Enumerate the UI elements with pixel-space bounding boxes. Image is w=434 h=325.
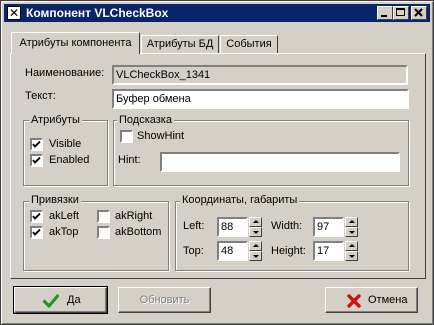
text-label: Текст: xyxy=(25,90,56,102)
tab-events[interactable]: События xyxy=(220,35,278,53)
close-button[interactable] xyxy=(411,6,427,20)
top-spinner[interactable] xyxy=(249,241,262,261)
width-label: Width: xyxy=(271,220,303,232)
top-input[interactable]: 48 xyxy=(217,241,248,261)
top-label: Top: xyxy=(183,245,204,257)
coords-group xyxy=(175,201,409,271)
name-field[interactable]: VLCheckBox_1341 xyxy=(112,65,408,85)
cross-icon xyxy=(347,294,361,308)
showhint-label[interactable]: ShowHint xyxy=(137,129,184,143)
height-spin-up[interactable] xyxy=(345,241,358,251)
arrow-up-icon xyxy=(253,220,259,223)
coords-group-title: Координаты, габариты xyxy=(180,194,300,207)
height-label: Height: xyxy=(271,245,306,257)
left-label: Left: xyxy=(183,220,205,232)
top-spin-down[interactable] xyxy=(249,251,262,261)
aktop-checkbox[interactable] xyxy=(30,226,43,239)
akright-label[interactable]: akRight xyxy=(115,209,152,223)
akleft-label[interactable]: akLeft xyxy=(49,209,79,223)
check-icon xyxy=(32,140,41,148)
arrow-down-icon xyxy=(253,255,259,258)
window-title: Компонент VLCheckBox xyxy=(26,6,169,20)
akbottom-label[interactable]: akBottom xyxy=(115,225,161,239)
height-spin-down[interactable] xyxy=(345,251,358,261)
app-icon: ✕ xyxy=(7,6,21,20)
visible-label[interactable]: Visible xyxy=(49,137,81,151)
width-spin-down[interactable] xyxy=(345,227,358,237)
arrow-down-icon xyxy=(253,231,259,234)
akbottom-checkbox[interactable] xyxy=(97,226,110,239)
left-spin-up[interactable] xyxy=(249,217,262,227)
top-spin-up[interactable] xyxy=(249,241,262,251)
minimize-icon xyxy=(381,15,387,17)
left-spinner[interactable] xyxy=(249,217,262,237)
width-spin-up[interactable] xyxy=(345,217,358,227)
arrow-up-icon xyxy=(349,220,355,223)
arrow-down-icon xyxy=(349,231,355,234)
aktop-label[interactable]: akTop xyxy=(49,225,78,239)
akright-checkbox[interactable] xyxy=(97,210,110,223)
tab-component-attributes[interactable]: Атрибуты компонента xyxy=(11,32,140,54)
hint-group-title: Подсказка xyxy=(117,114,174,127)
cancel-label: Отмена xyxy=(368,294,408,306)
attributes-group-title: Атрибуты xyxy=(29,114,82,127)
tab-panel: Наименование: VLCheckBox_1341 Текст: Буф… xyxy=(10,53,426,279)
arrow-up-icon xyxy=(349,244,355,247)
name-label: Наименование: xyxy=(25,67,105,79)
width-input[interactable]: 97 xyxy=(313,217,344,237)
maximize-button[interactable] xyxy=(393,6,409,20)
height-spinner[interactable] xyxy=(345,241,358,261)
hint-label: Hint: xyxy=(118,154,141,166)
enabled-label[interactable]: Enabled xyxy=(49,153,89,167)
enabled-checkbox[interactable] xyxy=(30,154,43,167)
dialog-window: ✕ Компонент VLCheckBox Атрибуты компонен… xyxy=(0,0,434,325)
check-icon xyxy=(32,212,41,220)
minimize-button[interactable] xyxy=(377,6,393,20)
tab-db-attributes[interactable]: Атрибуты БД xyxy=(141,35,219,53)
left-input[interactable]: 88 xyxy=(217,217,248,237)
title-bar[interactable]: ✕ Компонент VLCheckBox xyxy=(4,4,430,22)
arrow-down-icon xyxy=(349,255,355,258)
arrow-up-icon xyxy=(253,244,259,247)
refresh-button[interactable]: Обновить xyxy=(118,287,211,313)
check-icon xyxy=(32,156,41,164)
width-spinner[interactable] xyxy=(345,217,358,237)
maximize-icon xyxy=(396,8,405,16)
ok-label: Да xyxy=(67,294,81,306)
left-spin-down[interactable] xyxy=(249,227,262,237)
refresh-label: Обновить xyxy=(139,294,190,306)
checkmark-icon xyxy=(43,294,59,308)
visible-checkbox[interactable] xyxy=(30,138,43,151)
check-icon xyxy=(32,228,41,236)
anchors-group-title: Привязки xyxy=(29,194,81,207)
ok-button[interactable]: Да xyxy=(13,286,108,314)
akleft-checkbox[interactable] xyxy=(30,210,43,223)
showhint-checkbox[interactable] xyxy=(120,130,133,143)
text-field[interactable]: Буфер обмена xyxy=(112,89,409,109)
close-icon xyxy=(414,8,423,17)
hint-field[interactable] xyxy=(160,152,400,172)
cancel-button[interactable]: Отмена xyxy=(325,287,418,313)
height-input[interactable]: 17 xyxy=(313,241,344,261)
